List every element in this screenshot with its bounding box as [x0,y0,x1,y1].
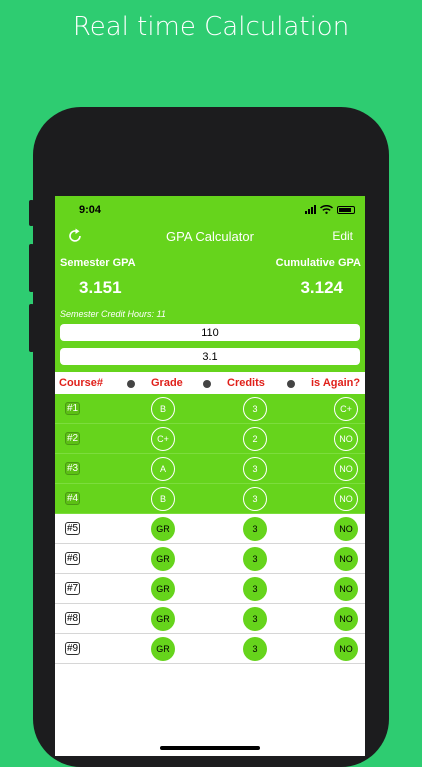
header-divider-dot [287,380,295,388]
header-course: Course# [59,377,104,389]
nav-bar: GPA Calculator Edit [55,226,365,248]
edit-button[interactable]: Edit [332,229,353,243]
course-number: #3 [65,462,81,475]
status-time: 9:04 [79,204,102,216]
promo-title: Real time Calculation [72,12,350,42]
table-row[interactable]: #1 B 3 C+ [55,394,365,424]
cumulative-gpa-label: Cumulative GPA [275,257,361,269]
semester-gpa-value: 3.151 [79,278,122,297]
again-selector[interactable]: NO [334,547,358,571]
table-row[interactable]: #5 GR 3 NO [55,514,365,544]
credits-selector[interactable]: 3 [243,457,267,481]
header-grade: Grade [151,377,183,389]
battery-icon [337,205,355,214]
nav-title: GPA Calculator [166,229,254,244]
again-selector[interactable]: NO [334,517,358,541]
course-list: #1 B 3 C+ #2 C+ 2 NO #3 A 3 NO #4 B 3 NO… [55,394,365,664]
previous-credits-field[interactable] [60,324,360,341]
table-row[interactable]: #7 GR 3 NO [55,574,365,604]
table-row[interactable]: #6 GR 3 NO [55,544,365,574]
course-number: #9 [65,642,81,655]
credits-selector[interactable]: 3 [243,517,267,541]
semester-gpa-label: Semester GPA [60,257,136,269]
summary-panel: 9:04 GPA Calculator Edit Semester GPA Cu… [55,196,365,372]
grade-selector[interactable]: GR [151,637,175,661]
course-number: #6 [65,552,81,565]
table-row[interactable]: #3 A 3 NO [55,454,365,484]
credits-selector[interactable]: 3 [243,607,267,631]
table-row[interactable]: #4 B 3 NO [55,484,365,514]
table-row[interactable]: #8 GR 3 NO [55,604,365,634]
table-row[interactable]: #9 GR 3 NO [55,634,365,664]
course-number: #8 [65,612,81,625]
grade-selector[interactable]: GR [151,607,175,631]
header-is-again: is Again? [311,377,361,389]
grade-selector[interactable]: GR [151,577,175,601]
again-selector[interactable]: NO [334,637,358,661]
grade-selector[interactable]: C+ [151,427,175,451]
course-number: #7 [65,582,81,595]
again-selector[interactable]: NO [334,487,358,511]
credits-selector[interactable]: 3 [243,637,267,661]
grade-selector[interactable]: GR [151,517,175,541]
table-row[interactable]: #2 C+ 2 NO [55,424,365,454]
signal-icon [305,205,316,214]
header-divider-dot [127,380,135,388]
course-number: #5 [65,522,81,535]
grade-selector[interactable]: B [151,397,175,421]
credits-selector[interactable]: 3 [243,397,267,421]
again-selector[interactable]: NO [334,427,358,451]
table-header: Course# Grade Credits is Again? [55,372,365,394]
credits-selector[interactable]: 3 [243,577,267,601]
again-selector[interactable]: NO [334,577,358,601]
cumulative-gpa-value: 3.124 [300,278,343,297]
credits-selector[interactable]: 3 [243,547,267,571]
course-number: #4 [65,492,81,505]
status-bar: 9:04 [55,204,365,220]
status-icons [305,205,355,214]
semester-credit-hours: Semester Credit Hours: 11 [60,309,166,319]
header-credits: Credits [227,377,265,389]
app-screen: 9:04 GPA Calculator Edit Semester GPA Cu… [55,196,365,756]
home-indicator[interactable] [160,746,260,750]
previous-gpa-field[interactable] [60,348,360,365]
again-selector[interactable]: NO [334,607,358,631]
credits-selector[interactable]: 3 [243,487,267,511]
again-selector[interactable]: NO [334,457,358,481]
header-divider-dot [203,380,211,388]
course-number: #2 [65,432,81,445]
again-selector[interactable]: C+ [334,397,358,421]
wifi-icon [320,205,333,214]
credits-selector[interactable]: 2 [243,427,267,451]
grade-selector[interactable]: B [151,487,175,511]
grade-selector[interactable]: GR [151,547,175,571]
course-number: #1 [65,402,81,415]
grade-selector[interactable]: A [151,457,175,481]
